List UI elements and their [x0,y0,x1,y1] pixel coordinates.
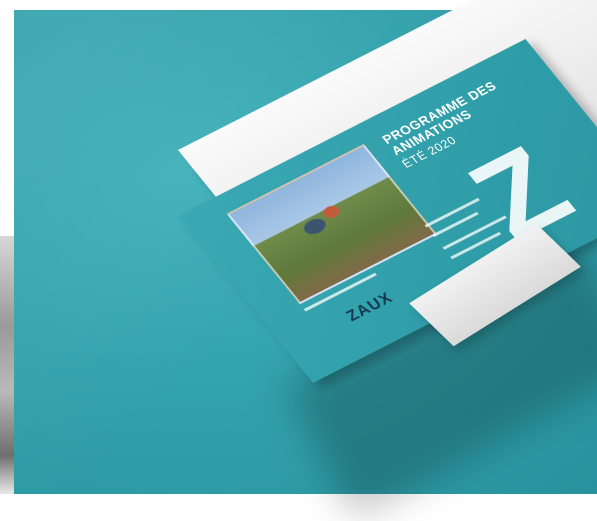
scene: PROGRAMME DES ANIMATIONS ÉTÉ 2020 Z ZAUX [0,0,597,521]
zaux-logo: ZAUX [343,289,397,325]
brochure-mockup: PROGRAMME DES ANIMATIONS ÉTÉ 2020 Z ZAUX [0,0,597,521]
